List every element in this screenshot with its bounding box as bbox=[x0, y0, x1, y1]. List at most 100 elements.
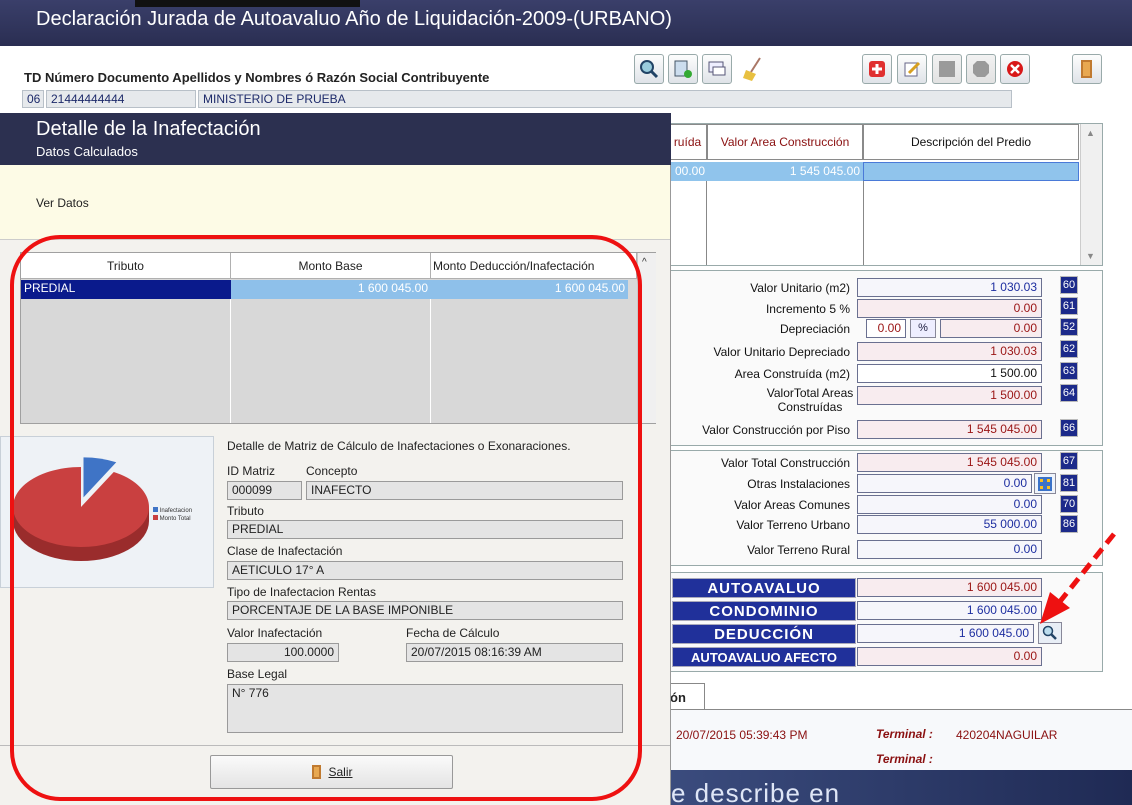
clase-field[interactable]: AETICULO 17° A bbox=[227, 561, 623, 580]
grid-scrollbar[interactable]: ▲ ▼ bbox=[1080, 124, 1102, 265]
label-valor-areas-comunes: Valor Areas Comunes bbox=[734, 498, 850, 512]
pie-chart-panel: Inafectacion Monto Total bbox=[0, 436, 214, 588]
code-67: 67 bbox=[1060, 452, 1078, 470]
taxpayer-name-field[interactable]: MINISTERIO DE PRUEBA bbox=[198, 90, 1012, 108]
valor-areas-comunes-field[interactable]: 0.00 bbox=[857, 495, 1042, 514]
autoavaluo-afecto-field[interactable]: 0.00 bbox=[857, 647, 1042, 666]
code-60: 60 bbox=[1060, 276, 1078, 294]
valor-unitario-depreciado-field[interactable]: 1 030.03 bbox=[857, 342, 1042, 361]
label-valor-unitario: Valor Unitario (m2) bbox=[750, 281, 850, 295]
scroll-up-icon[interactable]: ▲ bbox=[1086, 128, 1095, 138]
magnifier-icon bbox=[640, 60, 659, 79]
label-depreciacion: Depreciación bbox=[779, 322, 850, 336]
label-id-matriz: ID Matriz bbox=[227, 464, 275, 478]
otras-instalaciones-button[interactable] bbox=[1034, 473, 1056, 494]
window-title-bar: Declaración Jurada de Autoavaluo Año de … bbox=[0, 0, 1132, 46]
terminal-value: 420204NAGUILAR bbox=[956, 728, 1058, 742]
valor-total-construccion-field[interactable]: 1 545 045.00 bbox=[857, 453, 1042, 472]
exit-button[interactable] bbox=[1072, 54, 1102, 84]
pencil-icon bbox=[904, 61, 921, 77]
depreciacion-field[interactable]: 0.00 bbox=[940, 319, 1042, 338]
label-tributo: Tributo bbox=[227, 504, 264, 518]
valor-inafectacion-field[interactable]: 100.0000 bbox=[227, 643, 339, 662]
depreciacion-pct-field[interactable]: 0.00 bbox=[866, 319, 906, 338]
title-notch bbox=[135, 0, 360, 7]
clean-button[interactable] bbox=[738, 54, 768, 84]
grid-column-divider bbox=[230, 299, 231, 423]
ver-datos-link[interactable]: Ver Datos bbox=[36, 196, 89, 210]
dialog-title: Detalle de la Inafectación bbox=[36, 118, 261, 140]
grid-divider bbox=[706, 181, 707, 265]
valor-unitario-field[interactable]: 1 030.03 bbox=[857, 278, 1042, 297]
valor-terreno-rural-field[interactable]: 0.00 bbox=[857, 540, 1042, 559]
scroll-down-icon[interactable]: ▼ bbox=[1086, 251, 1095, 261]
footer-text: e describe en bbox=[671, 778, 841, 805]
stop-button-disabled[interactable] bbox=[966, 54, 996, 84]
grid-header-monto-deduccion: Monto Deducción/Inafectación bbox=[431, 253, 637, 279]
grid-cell-construida[interactable]: 00.00 bbox=[668, 162, 707, 181]
tab-informacion[interactable]: ón bbox=[667, 683, 705, 709]
td-field[interactable]: 06 bbox=[22, 90, 44, 108]
detail-title: Detalle de Matriz de Cálculo de Inafecta… bbox=[227, 439, 571, 453]
condominio-field[interactable]: 1 600 045.00 bbox=[857, 601, 1042, 620]
grid-cell-tributo[interactable]: PREDIAL bbox=[21, 280, 231, 299]
grid-header-monto-base: Monto Base bbox=[231, 253, 431, 279]
comments-button[interactable] bbox=[702, 54, 732, 84]
grid-cell-descripcion[interactable] bbox=[863, 162, 1079, 181]
grid-column-divider bbox=[430, 299, 431, 423]
status-timestamp: 20/07/2015 05:39:43 PM bbox=[676, 728, 808, 742]
area-construida-field[interactable]: 1 500.00 bbox=[857, 364, 1042, 383]
grid-header-tributo: Tributo bbox=[21, 253, 231, 279]
grid-scrollbar[interactable]: ^ bbox=[637, 253, 656, 423]
chevron-up-icon[interactable]: ^ bbox=[642, 257, 647, 268]
valor-construccion-piso-field[interactable]: 1 545 045.00 bbox=[857, 420, 1042, 439]
tipo-field[interactable]: PORCENTAJE DE LA BASE IMPONIBLE bbox=[227, 601, 623, 620]
grid-cell-monto-base[interactable]: 1 600 045.00 bbox=[231, 280, 431, 299]
save-button-disabled[interactable] bbox=[932, 54, 962, 84]
plus-red-icon bbox=[869, 61, 885, 77]
grid-cell-monto-deduccion[interactable]: 1 600 045.00 bbox=[431, 280, 628, 299]
fecha-calculo-field[interactable]: 20/07/2015 08:16:39 AM bbox=[406, 643, 623, 662]
grid-header-descripcion: Descripción del Predio bbox=[863, 124, 1079, 160]
code-61: 61 bbox=[1060, 297, 1078, 315]
tributo-field[interactable]: PREDIAL bbox=[227, 520, 623, 539]
salir-button[interactable]: Salir bbox=[210, 755, 453, 789]
concepto-field[interactable]: INAFECTO bbox=[306, 481, 623, 500]
valor-total-areas-field[interactable]: 1 500.00 bbox=[857, 386, 1042, 405]
search-button[interactable] bbox=[634, 54, 664, 84]
id-matriz-field[interactable]: 000099 bbox=[227, 481, 302, 500]
label-tipo: Tipo de Inafectacion Rentas bbox=[227, 585, 376, 599]
grid-cell-valor-area[interactable]: 1 545 045.00 bbox=[707, 162, 863, 181]
incremento-field[interactable]: 0.00 bbox=[857, 299, 1042, 318]
label-valor-terreno-urbano: Valor Terreno Urbano bbox=[736, 518, 850, 532]
valor-terreno-urbano-field[interactable]: 55 000.00 bbox=[857, 515, 1042, 534]
add-document-button[interactable] bbox=[668, 54, 698, 84]
code-62: 62 bbox=[1060, 340, 1078, 358]
code-64: 64 bbox=[1060, 384, 1078, 402]
document-number-field[interactable]: 21444444444 bbox=[46, 90, 196, 108]
base-legal-field[interactable]: N° 776 bbox=[227, 684, 623, 733]
new-button[interactable] bbox=[862, 54, 892, 84]
grid-icon bbox=[1038, 476, 1052, 491]
label-valor-terreno-rural: Valor Terreno Rural bbox=[747, 543, 850, 557]
dialog-footer-divider bbox=[0, 745, 670, 746]
square-gray-icon bbox=[939, 61, 955, 77]
otras-instalaciones-field[interactable]: 0.00 bbox=[857, 474, 1032, 493]
terminal2-label: Terminal : bbox=[876, 752, 933, 766]
deduccion-label: DEDUCCIÓN bbox=[672, 624, 856, 644]
red-arrow-annotation bbox=[1040, 532, 1116, 624]
edit-button[interactable] bbox=[897, 54, 927, 84]
autoavaluo-label: AUTOAVALUO bbox=[672, 578, 856, 598]
code-70: 70 bbox=[1060, 495, 1078, 513]
label-otras-instalaciones: Otras Instalaciones bbox=[747, 477, 850, 491]
label-valor-total-construccion: Valor Total Construcción bbox=[721, 456, 850, 470]
legend-item-inafectacion: Inafectacion bbox=[153, 507, 192, 515]
deduccion-field[interactable]: 1 600 045.00 bbox=[857, 624, 1034, 643]
grid-divider bbox=[863, 181, 864, 265]
tributo-grid: Tributo Monto Base Monto Deducción/Inafe… bbox=[20, 252, 656, 424]
label-area-construida: Area Construída (m2) bbox=[734, 367, 850, 381]
dialog-subtitle: Datos Calculados bbox=[36, 144, 138, 159]
broom-icon bbox=[743, 57, 761, 81]
delete-button[interactable] bbox=[1000, 54, 1030, 84]
autoavaluo-field[interactable]: 1 600 045.00 bbox=[857, 578, 1042, 597]
